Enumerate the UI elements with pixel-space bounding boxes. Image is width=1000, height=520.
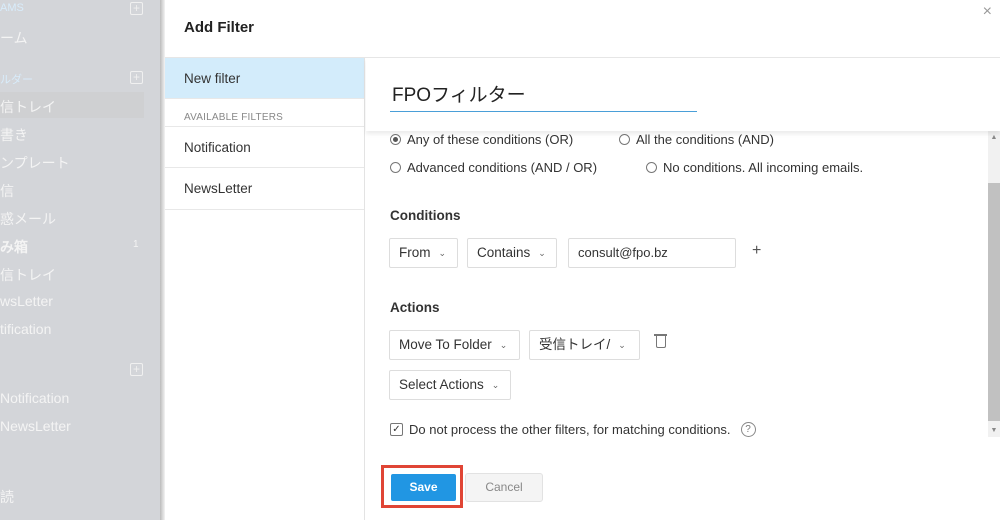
actions-label: Actions: [390, 300, 440, 315]
sidebar-item-drafts[interactable]: 書き: [0, 125, 28, 145]
select-value: From: [399, 245, 431, 260]
filter-item-newsletter[interactable]: NewsLetter: [165, 168, 364, 210]
radio-label: All the conditions (AND): [636, 132, 774, 147]
radio-icon: [390, 162, 401, 173]
filter-item-new[interactable]: New filter: [165, 58, 364, 99]
save-button[interactable]: Save: [390, 473, 457, 502]
scroll-up-icon[interactable]: ▲: [988, 134, 1000, 141]
action-folder-select[interactable]: 受信トレイ/ ⌄: [529, 330, 640, 360]
add-condition-button[interactable]: +: [752, 242, 761, 260]
checkbox-checked-icon: ✓: [390, 423, 403, 436]
stop-processing-checkbox[interactable]: ✓ Do not process the other filters, for m…: [390, 422, 756, 437]
trash-count: 1: [133, 239, 139, 250]
filter-name-area: FPOフィルター: [366, 58, 1000, 131]
sidebar-item-outbox[interactable]: 信トレイ: [0, 265, 56, 285]
sidebar-header-streams: AMS: [0, 2, 24, 14]
sidebar-item-unread[interactable]: 読: [0, 487, 14, 507]
sidebar-item-newsletter[interactable]: wsLetter: [0, 293, 53, 309]
sidebar-tag-notification[interactable]: Notification: [0, 390, 69, 406]
select-value: Move To Folder: [399, 337, 492, 352]
sidebar-header-folders: ルダー: [0, 74, 33, 86]
radio-label: Any of these conditions (OR): [407, 132, 574, 147]
select-value: 受信トレイ/: [539, 337, 611, 352]
add-folder-icon[interactable]: +: [130, 71, 143, 84]
action-type-select[interactable]: Move To Folder ⌄: [389, 330, 520, 360]
condition-field-select[interactable]: From ⌄: [389, 238, 458, 268]
filter-list: New filter AVAILABLE FILTERS Notificatio…: [165, 58, 365, 520]
select-value: Select Actions: [399, 377, 484, 392]
radio-all-and[interactable]: All the conditions (AND): [619, 132, 774, 147]
chevron-down-icon: ⌄: [538, 248, 546, 258]
scrollbar-thumb[interactable]: [988, 183, 1000, 421]
filter-item-notification[interactable]: Notification: [165, 126, 364, 168]
add-filter-dialog: Add Filter × New filter AVAILABLE FILTER…: [165, 0, 1000, 520]
dialog-title: Add Filter: [184, 19, 254, 36]
chevron-down-icon: ⌄: [499, 340, 508, 350]
close-icon[interactable]: ×: [983, 3, 992, 21]
radio-advanced[interactable]: Advanced conditions (AND / OR): [390, 160, 597, 175]
scroll-down-icon[interactable]: ▼: [988, 427, 1000, 434]
chevron-down-icon: ⌄: [491, 380, 500, 390]
scrollbar[interactable]: ▲ ▼: [988, 131, 1000, 437]
select-value: Contains: [477, 245, 531, 260]
add-tag-icon[interactable]: +: [130, 363, 143, 376]
chevron-down-icon: ⌄: [438, 248, 447, 258]
trash-icon[interactable]: [654, 334, 667, 348]
radio-icon: [619, 134, 630, 145]
mail-sidebar: AMS + ーム ルダー + 信トレイ 書き ンプレート 信 惑メール み箱 1…: [0, 0, 162, 520]
add-stream-icon[interactable]: +: [130, 2, 143, 15]
radio-any-or[interactable]: Any of these conditions (OR): [390, 132, 573, 147]
radio-label: No conditions. All incoming emails.: [663, 160, 864, 175]
sidebar-item-templates[interactable]: ンプレート: [0, 153, 70, 173]
sidebar-item-trash[interactable]: み箱: [0, 237, 28, 257]
condition-value-input[interactable]: consult@fpo.bz: [568, 238, 736, 268]
conditions-label: Conditions: [390, 208, 461, 223]
cancel-button[interactable]: Cancel: [465, 473, 543, 502]
chevron-down-icon: ⌄: [618, 340, 626, 350]
sidebar-item-notification[interactable]: tification: [0, 321, 51, 337]
checkbox-label: Do not process the other filters, for ma…: [409, 422, 731, 437]
sidebar-item-spam[interactable]: 惑メール: [0, 209, 56, 229]
sidebar-item[interactable]: ーム: [0, 28, 28, 48]
radio-label: Advanced conditions (AND / OR): [407, 160, 598, 175]
filter-editor: FPOフィルター Any of these conditions (OR) Al…: [366, 58, 1000, 520]
select-actions-dropdown[interactable]: Select Actions ⌄: [389, 370, 511, 400]
available-filters-label: AVAILABLE FILTERS: [184, 112, 283, 123]
sidebar-item-sent[interactable]: 信: [0, 181, 14, 201]
filter-name-input[interactable]: FPOフィルター: [390, 80, 697, 112]
sidebar-item-inbox[interactable]: 信トレイ: [0, 97, 56, 117]
radio-no-conditions[interactable]: No conditions. All incoming emails.: [646, 160, 863, 175]
radio-icon: [646, 162, 657, 173]
help-icon[interactable]: ?: [740, 422, 756, 437]
radio-checked-icon: [390, 134, 401, 145]
sidebar-tag-newsletter[interactable]: NewsLetter: [0, 418, 71, 434]
condition-operator-select[interactable]: Contains ⌄: [467, 238, 557, 268]
